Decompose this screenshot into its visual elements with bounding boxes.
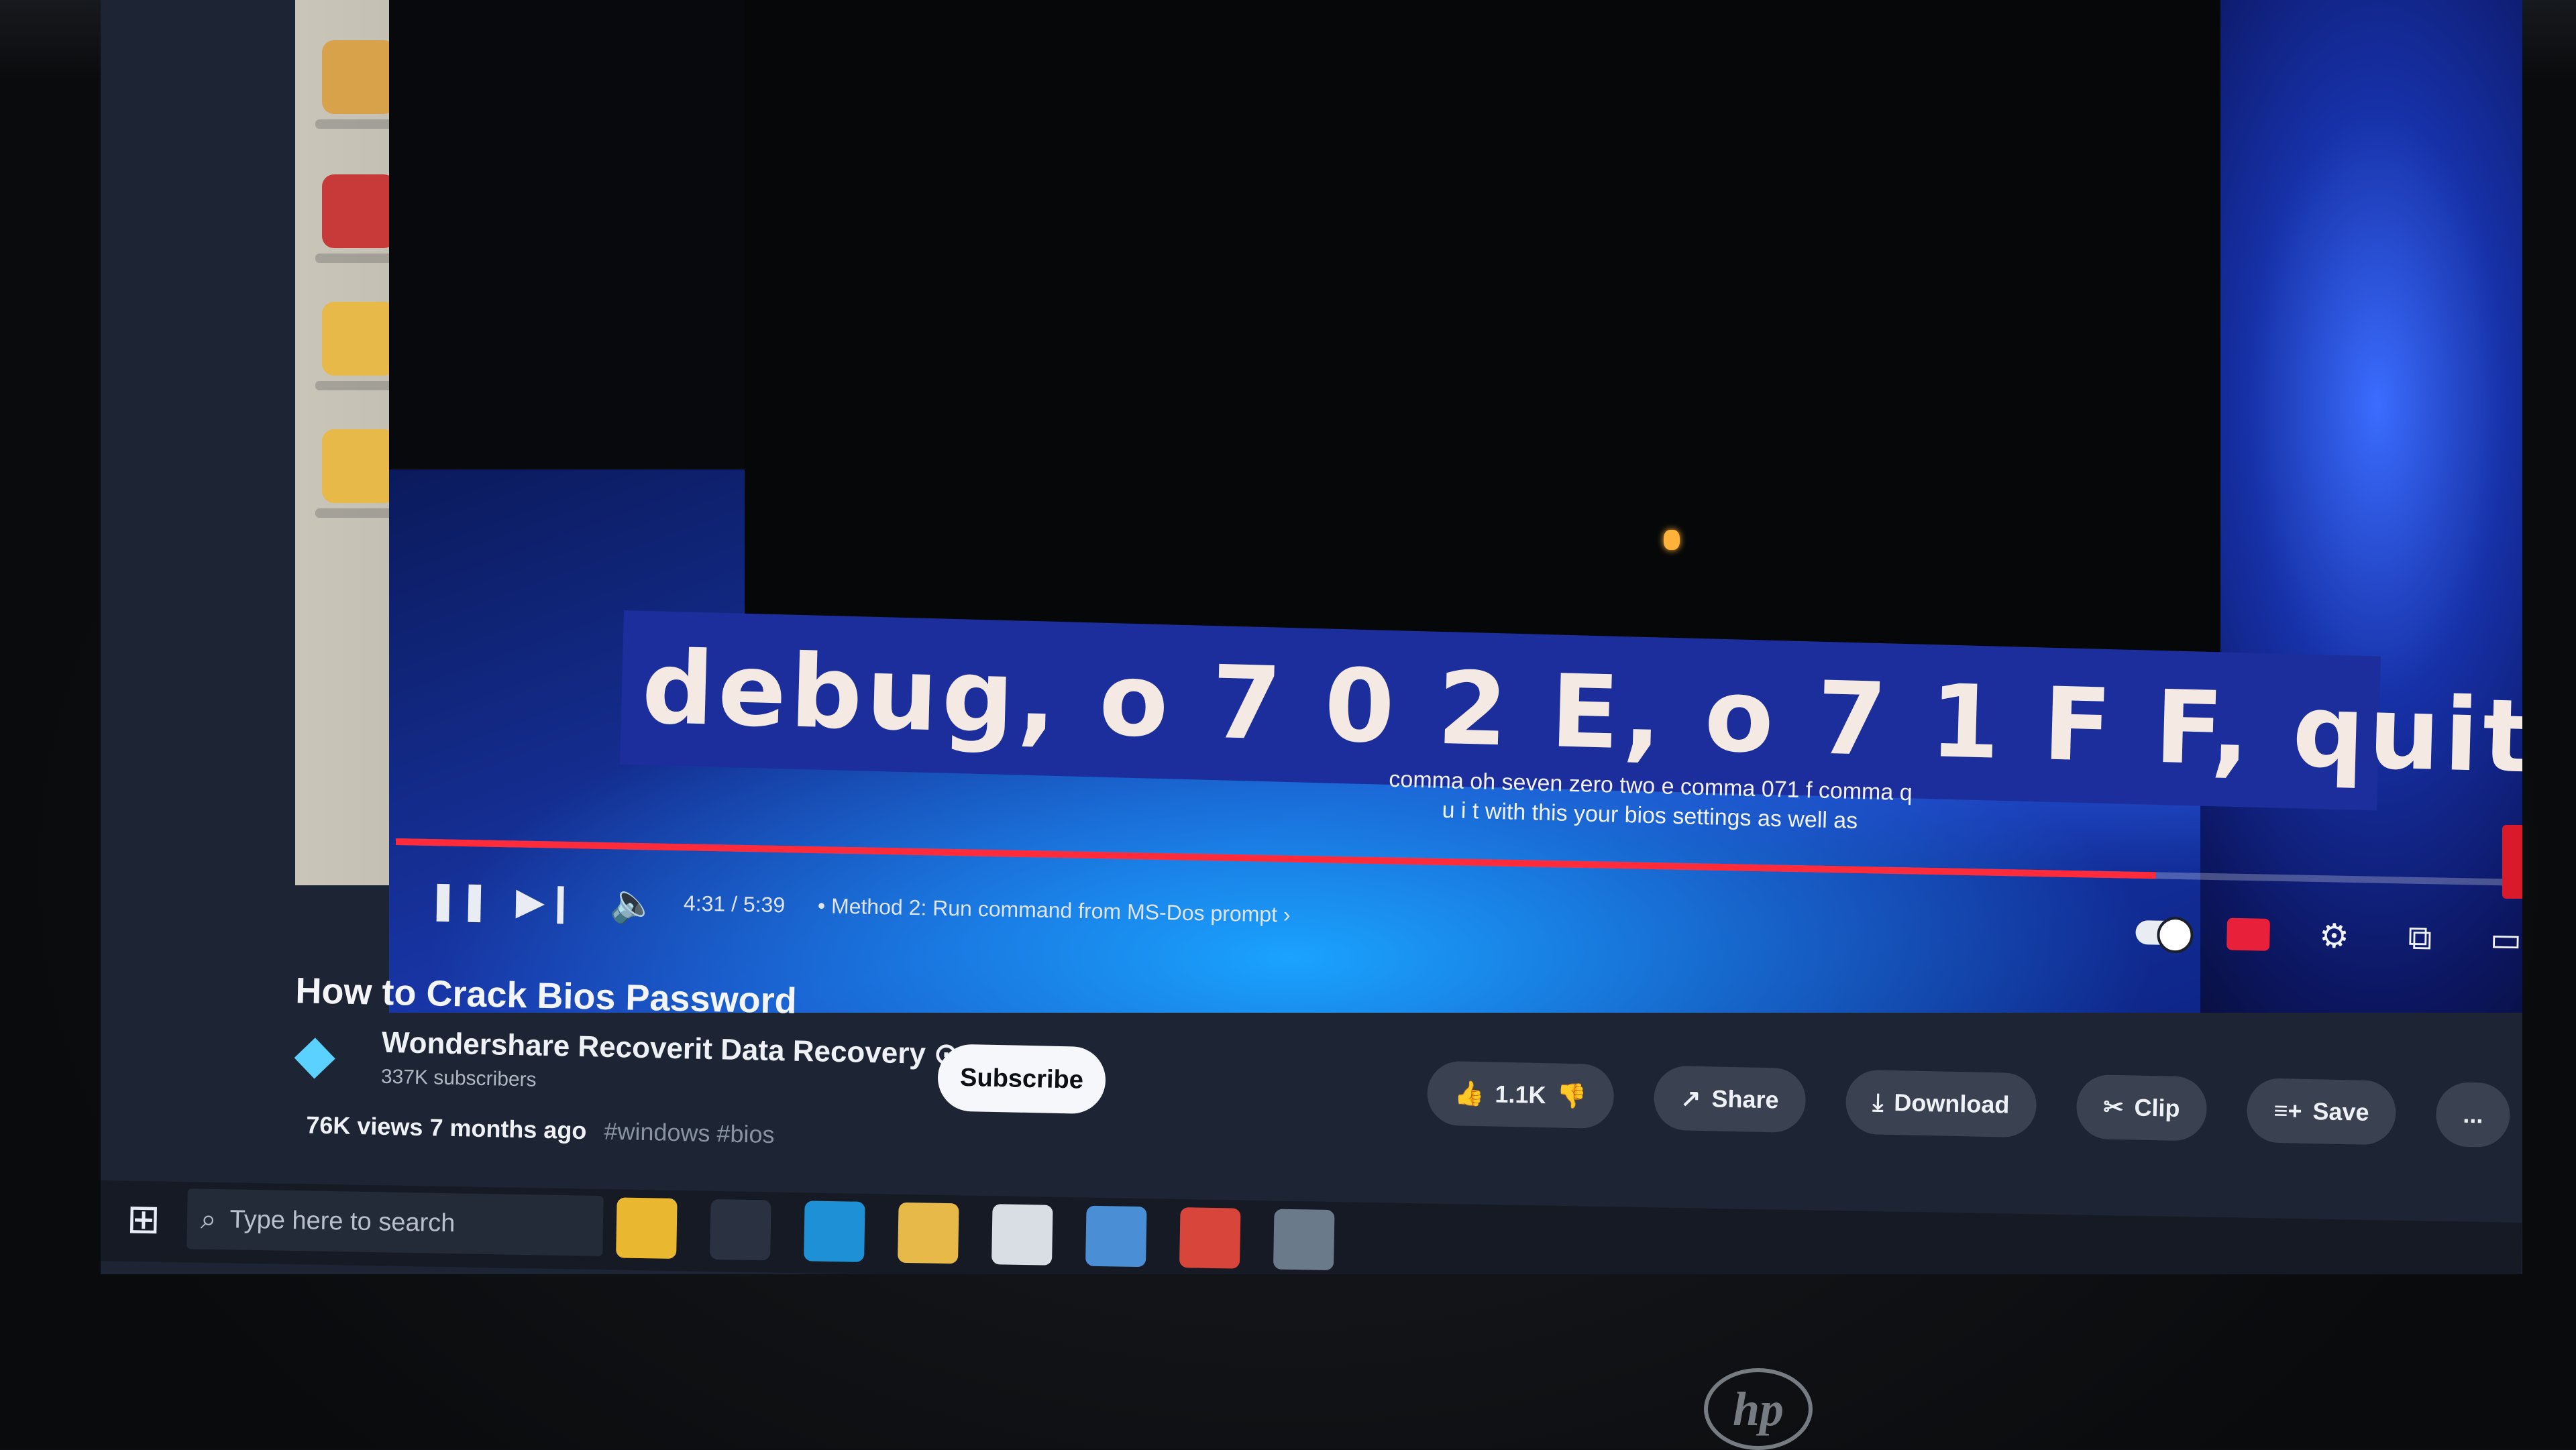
folder-icon[interactable]: [315, 429, 402, 518]
search-placeholder: Type here to search: [229, 1205, 455, 1237]
video-player[interactable]: debug, o 7 0 2 E, o 7 1 F F, quit comma …: [389, 0, 2522, 1013]
clip-button[interactable]: ✂ Clip: [2076, 1074, 2208, 1141]
channel-watermark[interactable]: [2502, 825, 2522, 899]
autoplay-toggle-icon[interactable]: [2132, 909, 2193, 957]
share-icon: ↗: [1680, 1084, 1701, 1112]
video-actions: 👍 1.1K 👎 ↗ Share ⤓ Download ✂ Clip ≡+ Sa…: [1426, 1060, 2511, 1148]
subscribe-button[interactable]: Subscribe: [937, 1044, 1107, 1115]
download-button[interactable]: ⤓ Download: [1845, 1069, 2037, 1138]
weather-icon[interactable]: [616, 1197, 678, 1259]
captions-icon[interactable]: [2218, 910, 2279, 958]
upload-age: 7 months ago: [429, 1113, 587, 1145]
desktop-shortcut-icon[interactable]: [315, 40, 402, 129]
share-button[interactable]: ↗ Share: [1653, 1065, 1807, 1133]
screen: debug, o 7 0 2 E, o 7 1 F F, quit comma …: [101, 0, 2522, 1274]
taskbar-search-box[interactable]: ⌕ Type here to search: [186, 1188, 604, 1257]
hp-logo: hp: [1704, 1368, 1813, 1450]
like-button[interactable]: 👍 1.1K 👎: [1426, 1060, 1615, 1129]
desktop-shortcut-icon[interactable]: [315, 174, 402, 263]
windows-start-icon[interactable]: ⊞: [119, 1196, 167, 1243]
edge-browser-icon[interactable]: [804, 1201, 865, 1262]
gear-icon[interactable]: ⚙: [2304, 912, 2365, 960]
download-label: Download: [1894, 1089, 2010, 1119]
video-meta: 76K views 7 months ago #windows #bios: [306, 1111, 775, 1149]
mouse-cursor-icon: [1664, 530, 1680, 550]
channel-name[interactable]: Wondershare Recoverit Data Recovery ⊙: [381, 1025, 959, 1072]
video-command-window: [745, 0, 2220, 657]
next-icon[interactable]: ▶❙: [515, 875, 577, 930]
chrome-browser-icon[interactable]: [1179, 1207, 1241, 1269]
task-view-icon[interactable]: [710, 1198, 771, 1261]
view-count: 76K views: [305, 1111, 423, 1141]
like-count: 1.1K: [1495, 1080, 1546, 1109]
more-actions-button[interactable]: ...: [2435, 1081, 2511, 1148]
subscriber-count: 337K subscribers: [380, 1065, 537, 1091]
mail-icon[interactable]: [1085, 1205, 1147, 1268]
download-icon: ⤓: [1872, 1087, 1884, 1116]
time-display: 4:31 / 5:39: [683, 891, 786, 917]
playlist-add-icon: ≡+: [2273, 1096, 2302, 1125]
save-button[interactable]: ≡+ Save: [2246, 1078, 2397, 1146]
clip-label: Clip: [2134, 1093, 2180, 1122]
search-icon: ⌕: [200, 1203, 217, 1235]
share-label: Share: [1711, 1084, 1779, 1114]
player-right-controls: ⚙ ⧉ ▭ ⛶: [2132, 899, 2522, 975]
taskbar-apps: [616, 1197, 1335, 1271]
theater-icon[interactable]: ▭: [2475, 915, 2522, 964]
save-label: Save: [2312, 1097, 2369, 1126]
thumbs-up-icon: 👍: [1454, 1079, 1485, 1108]
pause-icon[interactable]: ❚❚: [427, 873, 491, 928]
file-explorer-icon[interactable]: [898, 1202, 959, 1264]
video-wallpaper-swirl: [2200, 0, 2522, 1013]
channel-logo-icon[interactable]: ◆: [294, 1023, 356, 1085]
miniplayer-icon[interactable]: ⧉: [2390, 913, 2451, 962]
folder-icon[interactable]: [315, 302, 402, 390]
chapter-link[interactable]: • Method 2: Run command from MS-Dos prom…: [818, 893, 1291, 928]
network-app-icon[interactable]: [1273, 1209, 1335, 1271]
hashtags[interactable]: #windows #bios: [604, 1117, 775, 1148]
thumbs-down-icon[interactable]: 👎: [1556, 1081, 1587, 1110]
scissors-icon: ✂: [2102, 1093, 2124, 1121]
store-icon[interactable]: [991, 1204, 1053, 1266]
volume-icon[interactable]: 🔈: [602, 876, 664, 931]
